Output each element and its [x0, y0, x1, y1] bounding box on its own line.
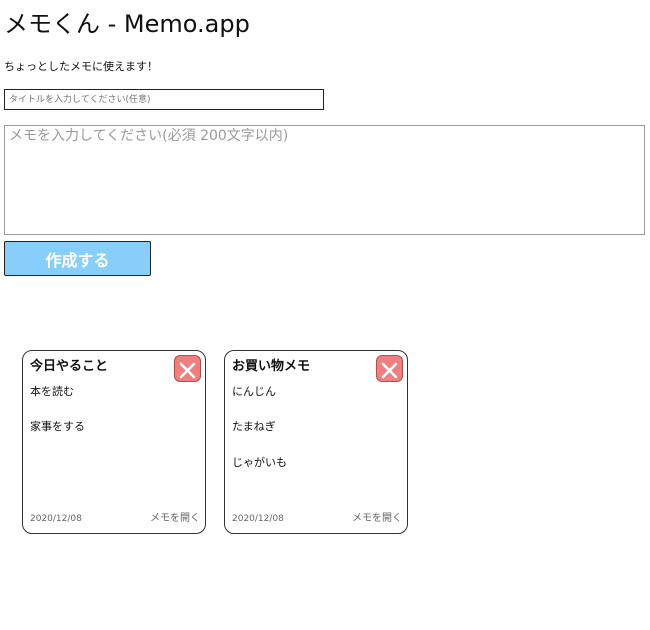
memo-card-date: 2020/12/08	[232, 514, 284, 524]
memo-card-line: たまねぎ	[232, 420, 276, 433]
app-tagline: ちょっとしたメモに使えます！	[4, 60, 158, 73]
memo-card-date: 2020/12/08	[30, 514, 82, 524]
create-memo-button[interactable]: 作成する	[4, 241, 151, 276]
delete-memo-button[interactable]	[174, 355, 201, 382]
memo-card-line: にんじん	[232, 385, 276, 398]
memo-card-title: 今日やること	[30, 359, 109, 374]
memo-card-title: お買い物メモ	[232, 359, 311, 374]
memo-card-line: 家事をする	[30, 420, 85, 433]
memo-card: お買い物メモ にんじん たまねぎ じゃがいも 2020/12/08 メモを開く	[224, 350, 408, 534]
memo-card-line: じゃがいも	[232, 456, 287, 469]
memo-title-input[interactable]	[4, 89, 324, 110]
open-memo-link[interactable]: メモを開く	[352, 512, 402, 525]
memo-card: 今日やること 本を読む 家事をする 2020/12/08 メモを開く	[22, 350, 206, 534]
app-title: メモくん - Memo.app	[4, 10, 250, 38]
open-memo-link[interactable]: メモを開く	[150, 512, 200, 525]
memo-body-textarea[interactable]	[4, 125, 645, 235]
memo-card-line: 本を読む	[30, 385, 74, 398]
delete-memo-button[interactable]	[376, 355, 403, 382]
close-icon	[381, 362, 398, 379]
close-icon	[179, 362, 196, 379]
